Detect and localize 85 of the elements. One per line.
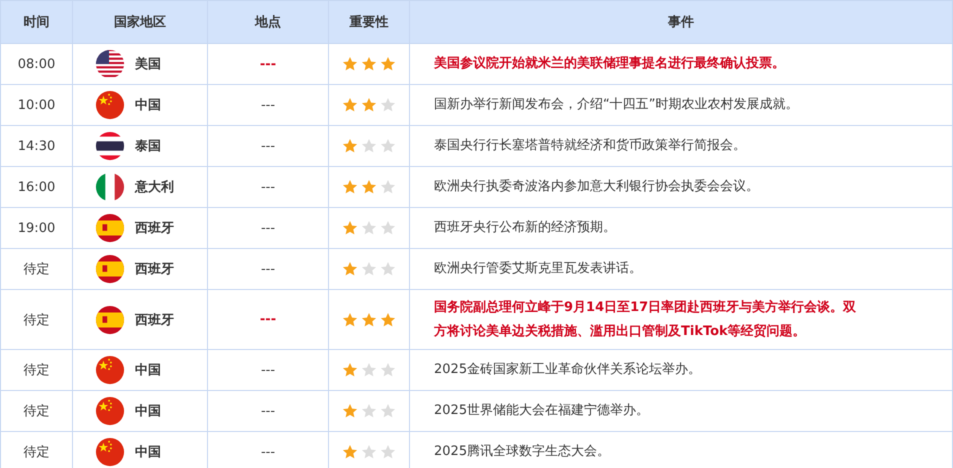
star-icon xyxy=(342,312,358,328)
star-icon xyxy=(361,220,377,236)
star-icon xyxy=(342,362,358,378)
country-name: 美国 xyxy=(135,56,161,73)
location-text: --- xyxy=(260,138,276,154)
star-icon xyxy=(380,97,396,113)
location-text: --- xyxy=(260,404,276,418)
country-name: 中国 xyxy=(135,403,161,420)
star-icon xyxy=(342,403,358,419)
country-name: 西班牙 xyxy=(135,220,174,237)
star-icon xyxy=(361,138,377,154)
star-icon xyxy=(361,444,377,460)
time-text: 待定 xyxy=(24,312,50,328)
location-text: --- xyxy=(260,98,276,112)
event-text: 欧洲央行管委艾斯克里瓦发表讲话。 xyxy=(434,261,642,276)
column-header: 事件 xyxy=(668,15,694,30)
star-icon xyxy=(380,261,396,277)
star-icon xyxy=(380,138,396,154)
event-text: 2025金砖国家新工业革命伙伴关系论坛举办。 xyxy=(434,362,702,377)
location-text: --- xyxy=(260,312,276,327)
star-icon xyxy=(361,362,377,378)
time-text: 待定 xyxy=(24,404,50,419)
star-icon xyxy=(380,179,396,195)
flag-icon xyxy=(95,254,125,284)
time-text: 08:00 xyxy=(18,56,56,72)
star-icon xyxy=(342,444,358,460)
time-text: 16:00 xyxy=(18,180,56,194)
location-text: --- xyxy=(260,56,276,72)
star-icon xyxy=(380,56,396,72)
event-text: 2025世界储能大会在福建宁德举办。 xyxy=(434,403,650,418)
location-text: --- xyxy=(260,262,276,276)
event-text: 泰国央行行长塞塔普特就经济和货币政策举行简报会。 xyxy=(434,138,746,153)
event-text: 国务院副总理何立峰于9月14日至17日率团赴西班牙与美方举行会谈。双方将讨论美单边关税措施、滥用出口管制及TikTok等经贸问题。 xyxy=(434,300,856,338)
country-name: 意大利 xyxy=(135,178,174,196)
flag-icon xyxy=(95,355,125,385)
star-icon xyxy=(361,179,377,195)
time-text: 10:00 xyxy=(18,98,56,112)
star-icon xyxy=(361,56,377,72)
location-text: --- xyxy=(260,362,276,378)
star-icon xyxy=(380,444,396,460)
time-text: 待定 xyxy=(24,363,50,378)
star-icon xyxy=(342,138,358,154)
event-text: 西班牙央行公布新的经济预期。 xyxy=(434,220,616,235)
country-name: 中国 xyxy=(135,444,161,461)
country-name: 中国 xyxy=(135,97,161,114)
star-icon xyxy=(361,261,377,277)
location-text: --- xyxy=(260,180,276,194)
time-text: 待定 xyxy=(24,262,50,277)
country-name: 泰国 xyxy=(135,138,161,155)
location-text: --- xyxy=(260,220,276,236)
star-icon xyxy=(380,312,396,328)
column-header: 国家地区 xyxy=(114,15,166,30)
time-text: 14:30 xyxy=(18,138,56,154)
flag-icon xyxy=(95,49,125,79)
flag-icon xyxy=(95,90,125,120)
time-text: 19:00 xyxy=(18,220,56,236)
star-icon xyxy=(380,362,396,378)
star-icon xyxy=(380,403,396,419)
flag-icon xyxy=(95,131,125,161)
star-icon xyxy=(342,56,358,72)
flag-icon xyxy=(95,396,125,426)
country-name: 西班牙 xyxy=(135,312,174,328)
star-icon xyxy=(361,403,377,419)
flag-icon xyxy=(95,304,125,334)
event-text: 美国参议院开始就米兰的美联储理事提名进行最终确认投票。 xyxy=(434,56,785,71)
star-icon xyxy=(342,179,358,195)
event-text: 欧洲央行执委奇波洛内参加意大利银行协会执委会会议。 xyxy=(434,179,759,194)
time-text: 待定 xyxy=(24,445,50,460)
column-header: 重要性 xyxy=(350,15,388,30)
star-icon xyxy=(342,220,358,236)
flag-icon xyxy=(95,437,125,467)
star-icon xyxy=(342,261,358,277)
star-icon xyxy=(361,97,377,113)
country-name: 西班牙 xyxy=(135,261,174,278)
event-text: 国新办举行新闻发布会，介绍“十四五”时期农业农村发展成就。 xyxy=(434,97,798,112)
event-text: 2025腾讯全球数字生态大会。 xyxy=(434,444,610,459)
star-icon xyxy=(380,220,396,236)
country-name: 中国 xyxy=(135,362,161,379)
star-icon xyxy=(342,97,358,113)
flag-icon xyxy=(95,213,125,243)
column-header: 时间 xyxy=(24,15,50,30)
flag-icon xyxy=(95,172,125,202)
location-text: --- xyxy=(260,444,276,460)
star-icon xyxy=(361,312,377,328)
column-header: 地点 xyxy=(255,15,281,30)
